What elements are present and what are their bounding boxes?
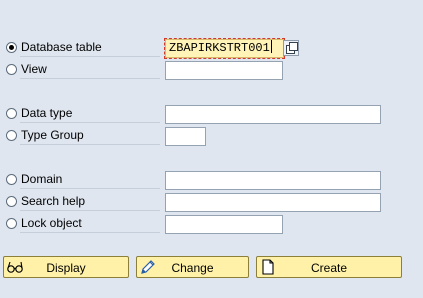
option-row-database-table: Database table ZBAPIRKSTRT001 <box>0 37 423 59</box>
option-row-view: View <box>0 59 423 80</box>
change-button-label: Change <box>171 261 214 275</box>
radio-view[interactable] <box>6 64 17 75</box>
row-divider <box>20 210 160 211</box>
type-group-input[interactable] <box>165 127 206 146</box>
create-button[interactable]: Create <box>256 256 402 278</box>
label-domain: Domain <box>21 172 63 186</box>
data-type-input[interactable] <box>165 105 381 124</box>
domain-input[interactable] <box>165 171 381 190</box>
option-row-search-help: Search help <box>0 191 423 212</box>
radio-database-table[interactable] <box>6 42 17 53</box>
sap-abap-dictionary-initial-screen: { "options": [ {"key": "database_table",… <box>0 0 423 298</box>
label-lock-object: Lock object <box>21 216 82 230</box>
option-row-type-group: Type Group <box>0 125 423 146</box>
row-divider <box>20 56 160 57</box>
lock-object-input[interactable] <box>165 215 283 234</box>
label-search-help: Search help <box>21 194 86 208</box>
display-button[interactable]: Display <box>3 256 129 278</box>
row-divider <box>20 144 160 145</box>
copy-icon-front <box>289 42 298 51</box>
database-table-input[interactable]: ZBAPIRKSTRT001 <box>164 38 285 59</box>
option-row-domain: Domain <box>0 169 423 190</box>
label-type-group: Type Group <box>21 128 84 142</box>
search-help-input[interactable] <box>165 193 381 212</box>
change-button[interactable]: Change <box>136 256 249 278</box>
label-database-table: Database table <box>21 40 102 54</box>
value-help-button[interactable] <box>283 40 299 56</box>
row-divider <box>20 122 160 123</box>
label-data-type: Data type <box>21 106 73 120</box>
row-divider <box>20 78 160 79</box>
display-button-label: Display <box>46 261 86 275</box>
radio-type-group[interactable] <box>6 130 17 141</box>
row-divider <box>20 232 160 233</box>
option-row-lock-object: Lock object <box>0 213 423 234</box>
row-divider <box>20 188 160 189</box>
radio-lock-object[interactable] <box>6 218 17 229</box>
text-caret <box>270 40 272 53</box>
label-view: View <box>21 62 47 76</box>
radio-search-help[interactable] <box>6 196 17 207</box>
option-row-data-type: Data type <box>0 103 423 124</box>
database-table-value: ZBAPIRKSTRT001 <box>169 41 270 55</box>
create-button-label: Create <box>310 261 348 275</box>
radio-domain[interactable] <box>6 174 17 185</box>
view-input[interactable] <box>165 61 283 80</box>
radio-data-type[interactable] <box>6 108 17 119</box>
